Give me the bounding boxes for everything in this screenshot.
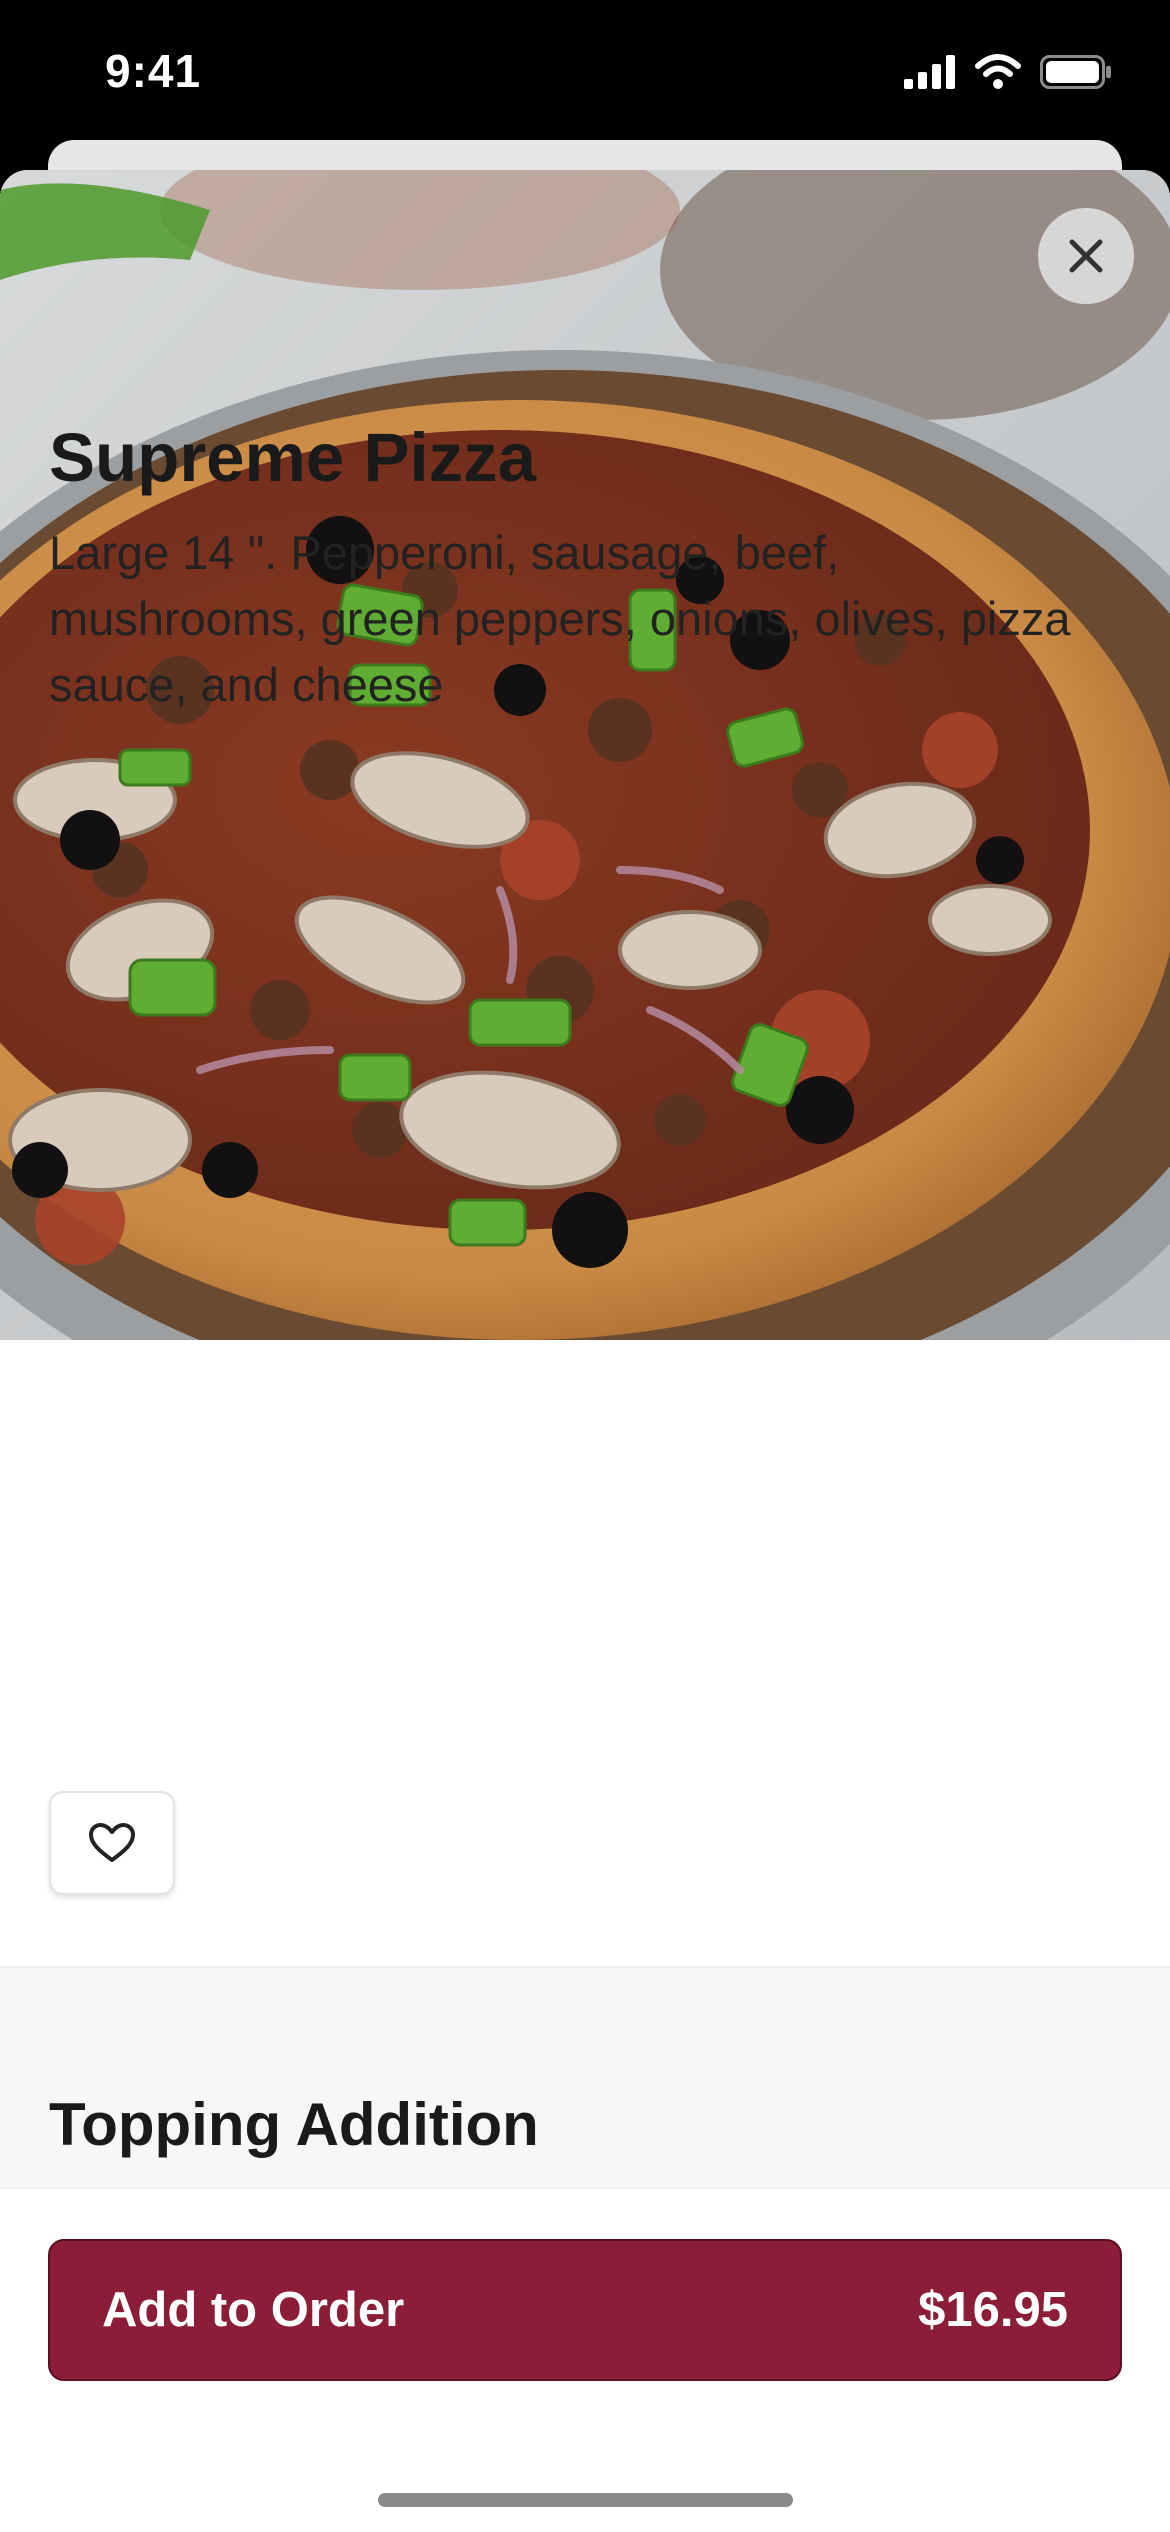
item-image: [0, 170, 1170, 1340]
signal-icon: [904, 55, 956, 94]
favorite-button[interactable]: [49, 1791, 175, 1895]
battery-icon: [1040, 55, 1112, 94]
heart-icon: [89, 1823, 135, 1862]
home-indicator[interactable]: [378, 2493, 793, 2507]
item-title: Supreme Pizza: [49, 419, 537, 496]
item-description: Large 14 ". Pepperoni, sausage, beef, mu…: [49, 526, 1071, 711]
status-bar: 9:41: [0, 0, 1170, 150]
status-time: 9:41: [105, 45, 202, 97]
item-detail-sheet: Supreme Pizza Large 14 ". Pepperoni, sau…: [0, 170, 1170, 2532]
status-icons: [904, 54, 1112, 95]
order-footer: Add to Order $16.95: [0, 2187, 1170, 2532]
add-to-order-label: Add to Order: [102, 2283, 405, 2337]
section-title: Topping Addition: [49, 2091, 539, 2158]
pizza-illustration: [0, 170, 1170, 1340]
close-icon: [1069, 239, 1103, 273]
wifi-icon: [974, 54, 1022, 95]
add-to-order-button[interactable]: Add to Order $16.95: [48, 2239, 1122, 2381]
close-button[interactable]: [1038, 208, 1134, 304]
order-price: $16.95: [918, 2283, 1068, 2337]
